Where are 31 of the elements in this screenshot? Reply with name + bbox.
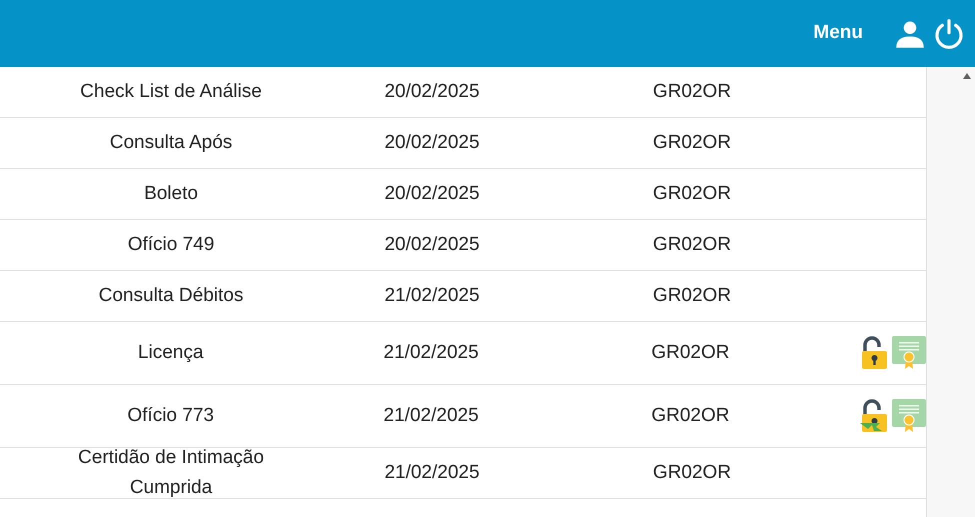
padlock-icon[interactable]	[860, 336, 890, 370]
document-name: Licença	[136, 341, 204, 365]
document-code: GR02OR	[652, 284, 732, 308]
document-date: 21/02/2025	[383, 284, 481, 308]
document-code: GR02OR	[652, 460, 732, 485]
document-name: Check List de Análise	[79, 80, 263, 104]
document-date: 20/02/2025	[383, 182, 481, 206]
document-code: GR02OR	[650, 340, 730, 365]
document-date: 20/02/2025	[383, 80, 481, 104]
document-name: Certidão de Intimação Cumprida	[77, 446, 265, 500]
document-code: GR02OR	[652, 80, 732, 104]
scroll-up-icon[interactable]	[963, 73, 971, 79]
document-date: 21/02/2025	[382, 340, 480, 365]
document-code: GR02OR	[652, 182, 732, 206]
user-icon[interactable]	[895, 18, 925, 48]
document-date: 20/02/2025	[383, 232, 481, 257]
document-date: 21/02/2025	[383, 460, 481, 485]
document-name: Boleto	[143, 182, 199, 206]
document-name: Consulta Débitos	[98, 284, 244, 308]
power-icon[interactable]	[933, 18, 965, 50]
document-name: Consulta Após	[108, 131, 234, 155]
document-code: GR02OR	[652, 130, 732, 155]
document-name: Ofício 773	[126, 404, 215, 428]
document-date: 21/02/2025	[382, 404, 480, 428]
document-code: GR02OR	[650, 404, 730, 428]
document-date: 20/02/2025	[383, 130, 481, 155]
scrollbar[interactable]	[927, 67, 975, 517]
padlock-arrow-icon[interactable]	[860, 399, 890, 433]
document-name: Ofício 749	[126, 233, 216, 257]
document-code: GR02OR	[652, 232, 732, 257]
menu-button[interactable]: Menu	[813, 19, 863, 48]
